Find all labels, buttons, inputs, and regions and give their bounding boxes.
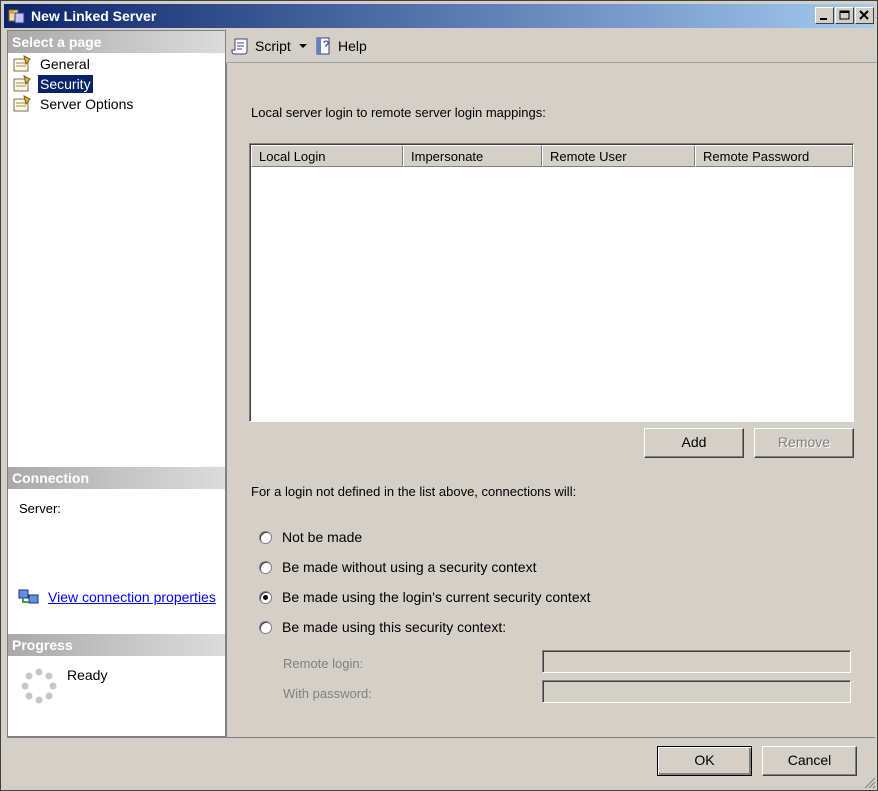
dialog-window: New Linked Server Select a page General [0, 0, 878, 791]
server-label: Server: [19, 501, 61, 516]
with-password-input[interactable] [542, 680, 851, 703]
login-mappings-grid[interactable]: Local Login Impersonate Remote User Remo… [249, 143, 854, 422]
column-header-local-login[interactable]: Local Login [251, 145, 403, 167]
progress-spinner-icon [21, 668, 57, 704]
security-page: Local server login to remote server logi… [226, 63, 877, 737]
page-item-label: Server Options [40, 95, 134, 112]
view-connection-link-text: View connection properties [48, 589, 216, 605]
page-item-server-options[interactable]: Server Options [12, 94, 135, 113]
mapping-label: Local server login to remote server logi… [251, 105, 546, 120]
page-icon [13, 74, 31, 91]
close-icon [859, 10, 869, 20]
cancel-button[interactable]: Cancel [762, 746, 857, 776]
radio-button-checked[interactable] [259, 590, 272, 604]
remove-button[interactable]: Remove [754, 428, 854, 458]
page-icon [13, 54, 31, 71]
ok-button[interactable]: OK [657, 746, 752, 776]
title-bar[interactable]: New Linked Server [4, 4, 874, 28]
chevron-down-icon[interactable] [297, 41, 309, 51]
left-pane: Select a page General Security Server Op… [7, 30, 226, 737]
script-button[interactable]: Script [231, 35, 313, 57]
radio-label: Be made using the login's current securi… [282, 589, 591, 605]
page-item-label: Security [38, 74, 93, 93]
radio-label: Be made without using a security context [282, 559, 537, 575]
undefined-login-label: For a login not defined in the list abov… [251, 484, 577, 499]
linked-server-icon [8, 9, 25, 24]
option-no-security-context[interactable]: Be made without using a security context [259, 559, 536, 575]
grid-header: Local Login Impersonate Remote User Remo… [251, 145, 853, 167]
connection-header: Connection [8, 467, 225, 489]
toolbar: Script Help [227, 31, 875, 61]
column-header-impersonate[interactable]: Impersonate [403, 145, 542, 167]
page-item-label: General [40, 55, 90, 72]
script-icon [231, 38, 248, 55]
page-icon [13, 94, 31, 111]
close-button[interactable] [855, 7, 874, 24]
radio-label: Not be made [282, 529, 363, 545]
window-title: New Linked Server [31, 8, 157, 24]
remote-login-label: Remote login: [283, 656, 364, 671]
view-connection-properties-link[interactable]: View connection properties [18, 588, 216, 606]
radio-button[interactable] [259, 530, 272, 544]
select-page-header: Select a page [8, 31, 225, 53]
page-item-general[interactable]: General [12, 54, 92, 73]
remote-login-input[interactable] [542, 650, 851, 673]
minimize-icon [820, 18, 827, 20]
radio-button[interactable] [259, 560, 272, 574]
connection-properties-icon [18, 589, 39, 604]
progress-header: Progress [8, 634, 225, 656]
radio-button[interactable] [259, 620, 272, 634]
help-icon [316, 37, 330, 55]
help-label: Help [338, 38, 367, 54]
with-password-label: With password: [283, 686, 372, 701]
option-current-security-context[interactable]: Be made using the login's current securi… [259, 589, 591, 605]
column-header-remote-password[interactable]: Remote Password [695, 145, 853, 167]
page-item-security[interactable]: Security [12, 74, 93, 93]
option-not-be-made[interactable]: Not be made [259, 529, 362, 545]
maximize-icon [839, 10, 850, 20]
maximize-button[interactable] [835, 7, 854, 24]
minimize-button[interactable] [815, 7, 834, 24]
script-label: Script [255, 38, 291, 54]
column-header-remote-user[interactable]: Remote User [542, 145, 695, 167]
footer-divider [7, 737, 875, 738]
option-this-security-context[interactable]: Be made using this security context: [259, 619, 506, 635]
help-button[interactable]: Help [314, 35, 367, 57]
progress-status: Ready [67, 667, 108, 683]
add-button[interactable]: Add [644, 428, 744, 458]
radio-label: Be made using this security context: [282, 619, 507, 635]
resize-grip-icon[interactable] [862, 775, 876, 789]
